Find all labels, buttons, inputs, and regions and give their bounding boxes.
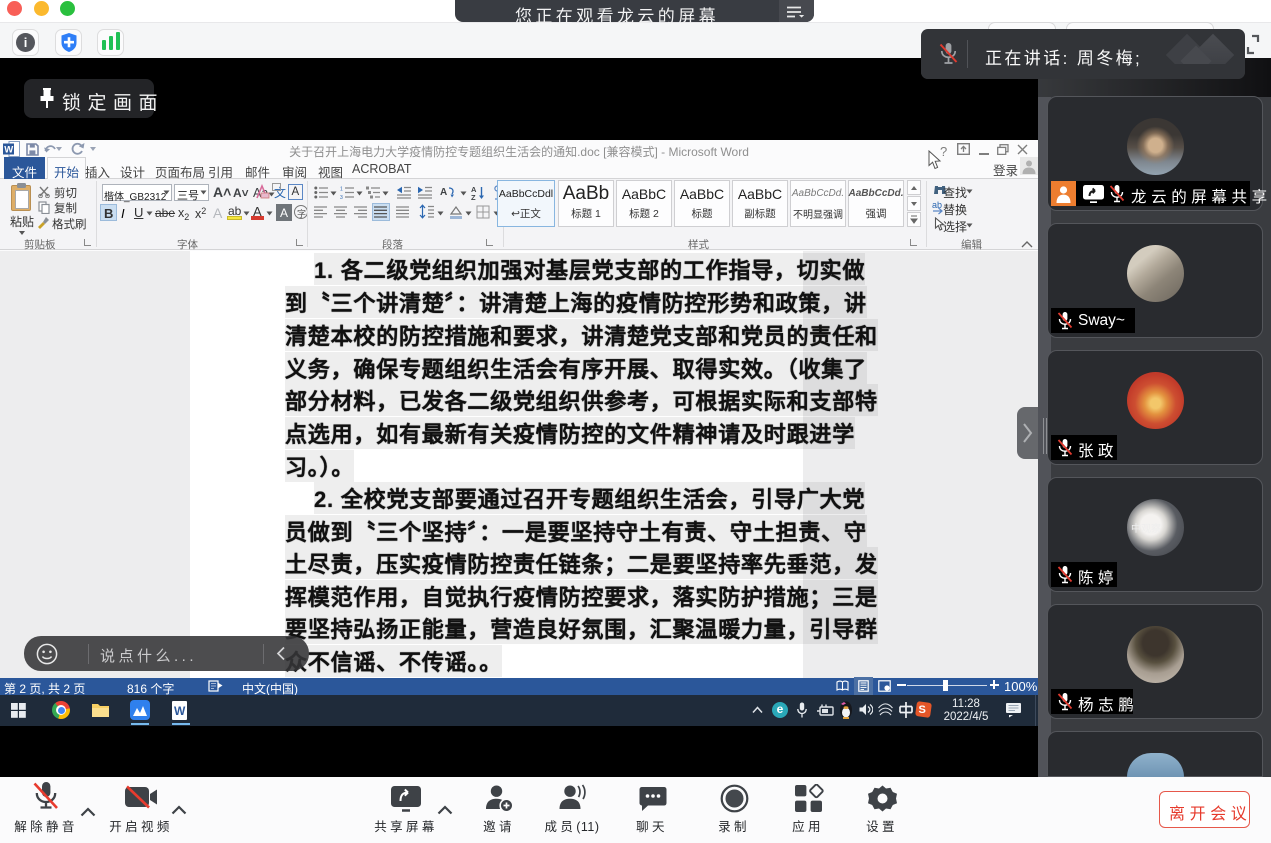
svg-text:1: 1 [340,187,343,193]
svg-text:3: 3 [340,195,343,199]
svg-text:A: A [440,187,447,198]
svg-text:Z: Z [471,193,476,200]
